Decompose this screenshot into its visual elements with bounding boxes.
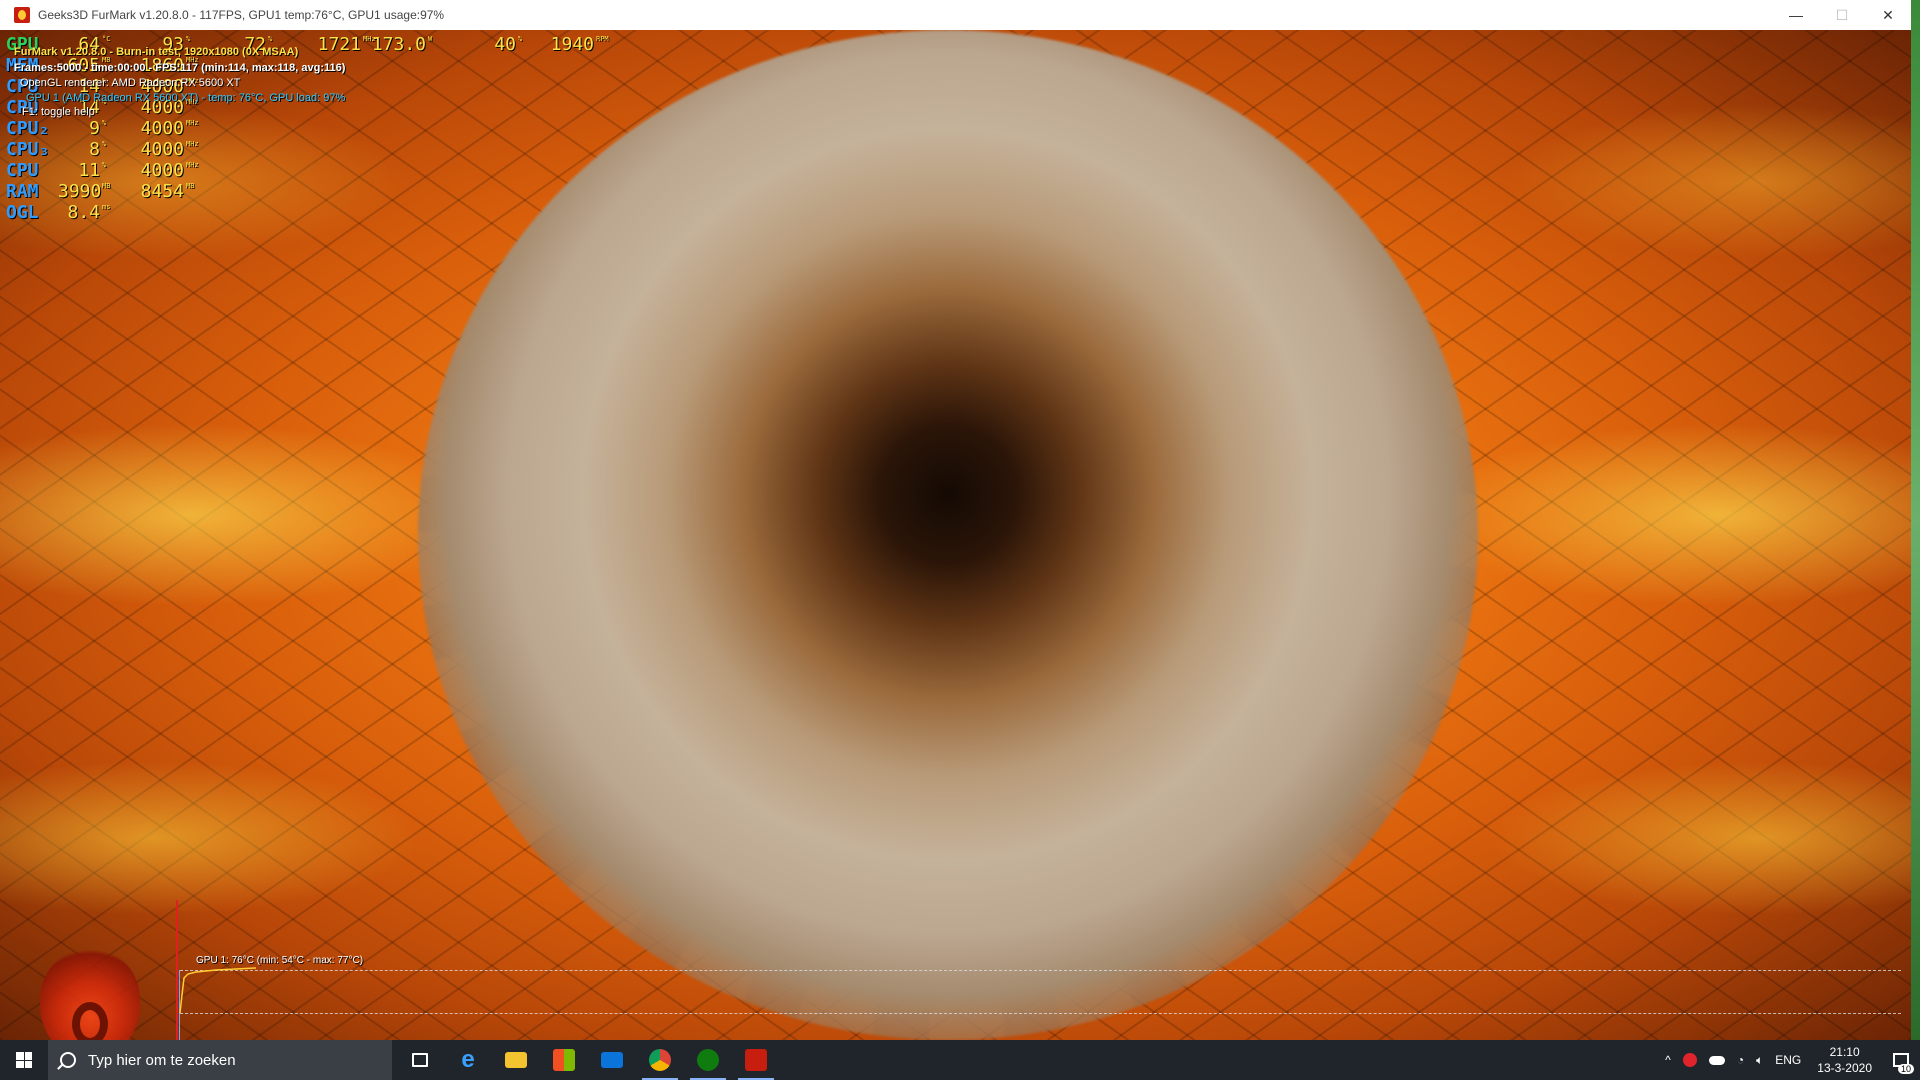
taskbar-file-explorer[interactable]	[492, 1040, 540, 1080]
taskbar-xbox[interactable]	[684, 1040, 732, 1080]
osd-label: CPU	[6, 160, 39, 181]
desktop-edge-right	[1911, 0, 1920, 1040]
osd-unit: MHz	[186, 140, 199, 148]
osd-value: 11	[78, 160, 100, 181]
title-bar[interactable]: Geeks3D FurMark v1.20.8.0 - 117FPS, GPU1…	[0, 0, 1911, 31]
taskbar-chrome[interactable]	[636, 1040, 684, 1080]
furmark-app-icon[interactable]	[14, 7, 30, 23]
system-tray: ^ ◔ 🔈︎ ENG 21:10 13-3-2020 10	[1659, 1040, 1920, 1080]
osd-value: 173.0	[371, 34, 426, 55]
osd-value: 8454	[140, 181, 184, 202]
graph-min-line	[180, 1013, 1901, 1014]
temperature-graph: GPU 1: 76°C (min: 54°C - max: 77°C)	[176, 900, 1911, 1040]
close-button[interactable]: ✕	[1865, 0, 1911, 30]
osd-unit: %	[186, 35, 191, 43]
osd-value: 4000	[140, 139, 184, 160]
osd-unit: °C	[102, 35, 111, 43]
osd-value: 40	[494, 34, 516, 55]
folder-icon	[505, 1052, 527, 1068]
start-button[interactable]	[0, 1040, 48, 1080]
taskbar-edge[interactable]: e	[444, 1040, 492, 1080]
taskbar-furmark[interactable]	[732, 1040, 780, 1080]
search-icon	[60, 1052, 76, 1068]
osd-unit: RPM	[596, 35, 609, 43]
furmark-logo	[40, 950, 140, 1040]
benchmark-info-line: GPU 1 (AMD Radeon RX 5600 XT) - temp: 76…	[26, 92, 346, 104]
store-icon	[553, 1049, 575, 1071]
taskbar-store[interactable]	[540, 1040, 588, 1080]
clock-date: 13-3-2020	[1817, 1061, 1872, 1075]
clock-time: 21:10	[1829, 1045, 1860, 1059]
xbox-icon	[697, 1049, 719, 1071]
osd-value: 4000	[140, 118, 184, 139]
furmark-icon	[745, 1049, 767, 1071]
osd-unit: %	[102, 140, 107, 148]
onedrive-icon[interactable]	[1708, 1055, 1725, 1065]
maximize-button[interactable]: ☐	[1819, 0, 1865, 30]
osd-unit: %	[268, 35, 273, 43]
osd-unit: %	[102, 119, 107, 127]
osd-unit: MB	[186, 182, 195, 190]
osd-value: 8.4	[67, 202, 100, 223]
task-view-icon	[412, 1053, 428, 1067]
windows-logo-icon	[16, 1052, 32, 1068]
chrome-icon	[649, 1049, 671, 1071]
show-hidden-icons-button[interactable]: ^	[1665, 1053, 1671, 1067]
minimize-button[interactable]: —	[1773, 0, 1819, 30]
search-placeholder: Typ hier om te zoeken	[88, 1051, 236, 1069]
volume-icon[interactable]: 🔈︎	[1756, 1053, 1763, 1068]
graph-max-line	[180, 970, 1901, 971]
furmark-window: Geeks3D FurMark v1.20.8.0 - 117FPS, GPU1…	[0, 0, 1911, 1040]
osd-value: 8	[89, 139, 100, 160]
mail-icon	[601, 1052, 623, 1068]
osd-value: 1721	[317, 34, 361, 55]
language-indicator[interactable]: ENG	[1775, 1053, 1801, 1067]
fur-donut-object	[418, 30, 1478, 1040]
osd-unit: ms	[102, 203, 111, 211]
osd-unit: MHz	[186, 161, 199, 169]
wifi-icon[interactable]: ◔	[1737, 1053, 1744, 1067]
taskbar: Typ hier om te zoeken e ^ ◔ 🔈︎ ENG 21:10…	[0, 1040, 1920, 1080]
osd-value: 3990	[58, 181, 102, 202]
osd-label: CPU₃	[6, 139, 50, 160]
task-view-button[interactable]	[396, 1040, 444, 1080]
search-box[interactable]: Typ hier om te zoeken	[48, 1040, 392, 1080]
benchmark-info-line: F1: toggle help	[22, 106, 95, 118]
osd-value: 4000	[140, 160, 184, 181]
window-title: Geeks3D FurMark v1.20.8.0 - 117FPS, GPU1…	[38, 8, 445, 22]
osd-value: 9	[89, 118, 100, 139]
benchmark-info-line: Frames:5000 - time:00:00 - FPS:117 (min:…	[14, 62, 346, 74]
clock[interactable]: 21:10 13-3-2020	[1817, 1044, 1872, 1076]
edge-icon: e	[461, 1046, 475, 1073]
notification-count-badge: 10	[1897, 1064, 1914, 1074]
osd-value: 1940	[550, 34, 594, 55]
osd-unit: MB	[102, 182, 111, 190]
osd-unit: MHz	[186, 119, 199, 127]
osd-label: CPU₂	[6, 118, 50, 139]
antivirus-icon[interactable]	[1682, 1053, 1697, 1067]
render-viewport: GPU 1: 76°C (min: 54°C - max: 77°C)	[0, 30, 1911, 1040]
osd-unit: W	[428, 35, 433, 43]
osd-unit: %	[518, 35, 523, 43]
osd-unit: %	[102, 161, 107, 169]
graph-label: GPU 1: 76°C (min: 54°C - max: 77°C)	[196, 955, 364, 966]
benchmark-info-line: OpenGL renderer: AMD Radeon RX 5600 XT	[20, 77, 241, 89]
benchmark-info-line: FurMark v1.20.8.0 - Burn-in test, 1920x1…	[14, 46, 299, 58]
taskbar-mail[interactable]	[588, 1040, 636, 1080]
osd-label: OGL	[6, 202, 39, 223]
osd-label: RAM	[6, 181, 39, 202]
action-center-button[interactable]: 10	[1882, 1040, 1920, 1080]
